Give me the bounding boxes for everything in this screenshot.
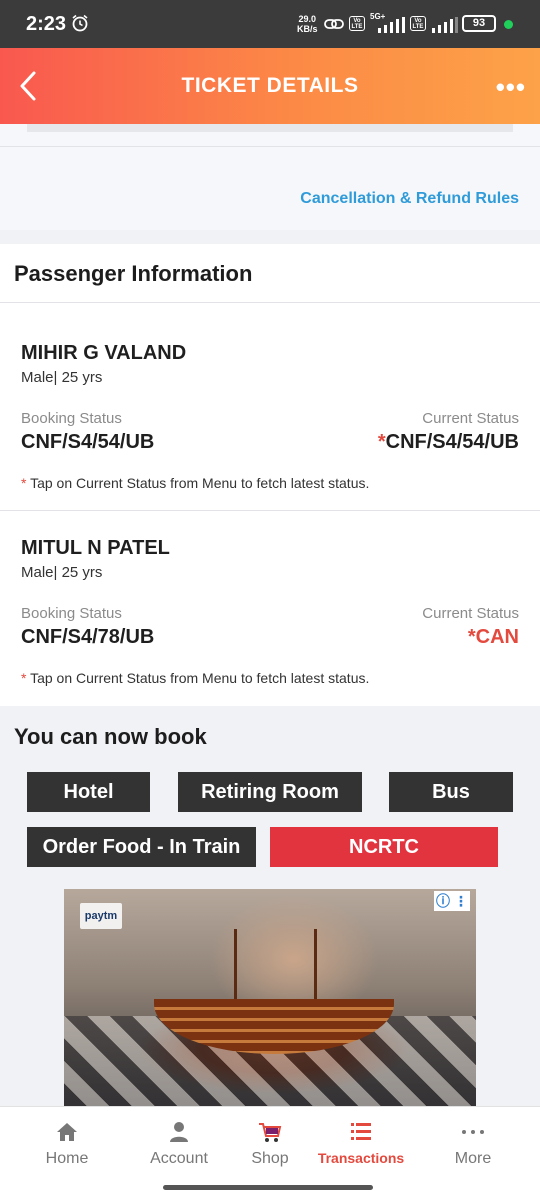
page-title: TICKET DETAILS: [181, 74, 359, 97]
status-time: 2:23: [26, 13, 67, 35]
status-asterisk: *: [377, 431, 386, 453]
passenger-details: Male| 25 yrs: [21, 564, 103, 581]
current-status-label: Current Status: [422, 410, 519, 427]
volte-icon-2: Vo LTE: [410, 16, 426, 31]
battery-indicator: 93: [462, 15, 496, 32]
status-note: * Tap on Current Status from Menu to fet…: [21, 670, 369, 686]
note-asterisk: *: [21, 475, 27, 491]
note-text: Tap on Current Status from Menu to fetch…: [30, 670, 370, 686]
status-note: * Tap on Current Status from Menu to fet…: [21, 475, 369, 491]
retiring-room-button[interactable]: Retiring Room: [178, 772, 362, 812]
nav-label: Home: [45, 1150, 89, 1167]
signal-strength-icon: [378, 17, 405, 33]
network-speed: 29.0 KB/s: [297, 14, 318, 34]
bottom-navigation: Home Account Shop Transactions More: [0, 1106, 540, 1200]
divider: [0, 302, 540, 303]
ad-brand-logo: paytm: [80, 903, 122, 929]
gesture-home-bar[interactable]: [163, 1185, 373, 1190]
nav-home[interactable]: Home: [13, 1107, 121, 1187]
volte-icon: Vo LTE: [349, 16, 365, 31]
status-asterisk: *: [467, 626, 476, 648]
section-title: You can now book: [14, 724, 207, 749]
overflow-menu-icon[interactable]: •••: [496, 72, 526, 103]
note-asterisk: *: [21, 670, 27, 686]
speed-unit: KB/s: [297, 24, 318, 34]
account-icon: [170, 1122, 188, 1142]
current-status-text: CNF/S4/54/UB: [385, 431, 519, 453]
you-can-now-book-section: You can now book Hotel Retiring Room Bus…: [0, 706, 540, 1106]
advertisement-banner[interactable]: paytm ⓘ ⋮: [64, 889, 476, 1106]
section-title: Passenger Information: [14, 261, 253, 286]
alarm-icon: [72, 14, 88, 32]
privacy-dot: [504, 20, 513, 29]
nav-transactions[interactable]: Transactions: [307, 1107, 415, 1187]
app-header: TICKET DETAILS •••: [0, 48, 540, 124]
speed-value: 29.0: [298, 14, 317, 24]
more-dots-icon: [462, 1130, 484, 1134]
bus-button[interactable]: Bus: [389, 772, 513, 812]
booking-status-value: CNF/S4/78/UB: [21, 626, 155, 648]
note-text: Tap on Current Status from Menu to fetch…: [30, 475, 370, 491]
hotspot-link-icon: [324, 19, 344, 29]
signal-strength-icon-2: [432, 17, 458, 33]
passenger-name: MITUL N PATEL: [21, 537, 170, 559]
cancellation-refund-rules-link[interactable]: Cancellation & Refund Rules: [300, 190, 519, 208]
ncrtc-button[interactable]: NCRTC: [270, 827, 498, 867]
current-status-value[interactable]: *CNF/S4/54/UB: [378, 431, 519, 454]
ad-image-mast: [234, 929, 237, 1009]
status-bar: 2:23 29.0 KB/s Vo LTE 5G+ Vo LTE 93: [0, 0, 540, 48]
passenger-card: MITUL N PATEL Male| 25 yrs Booking Statu…: [0, 499, 540, 694]
hotel-button[interactable]: Hotel: [27, 772, 150, 812]
transactions-icon: [351, 1123, 371, 1140]
current-status-text: CAN: [475, 626, 519, 648]
passenger-details: Male| 25 yrs: [21, 369, 103, 386]
nav-label: More: [454, 1150, 492, 1167]
passenger-card: MIHIR G VALAND Male| 25 yrs Booking Stat…: [0, 304, 540, 499]
booking-status-value: CNF/S4/54/UB: [21, 431, 155, 453]
divider: [0, 146, 540, 147]
home-icon: [57, 1123, 77, 1141]
current-status-label: Current Status: [422, 605, 519, 622]
fare-rules-card: Cancellation & Refund Rules: [0, 124, 540, 230]
current-status-value[interactable]: *CAN: [468, 626, 519, 649]
passenger-name: MIHIR G VALAND: [21, 342, 187, 364]
booking-status-label: Booking Status: [21, 605, 122, 622]
shop-cart-icon: [259, 1123, 282, 1142]
booking-status-label: Booking Status: [21, 410, 122, 427]
ad-image-mast: [314, 929, 317, 1009]
ad-info-icon[interactable]: ⓘ ⋮: [434, 891, 470, 911]
passenger-information-section: Passenger Information MIHIR G VALAND Mal…: [0, 244, 540, 706]
order-food-in-train-button[interactable]: Order Food - In Train: [27, 827, 256, 867]
nav-more[interactable]: More: [419, 1107, 527, 1187]
card-bottom-strip: [27, 124, 513, 132]
nav-label: Transactions: [317, 1150, 405, 1166]
